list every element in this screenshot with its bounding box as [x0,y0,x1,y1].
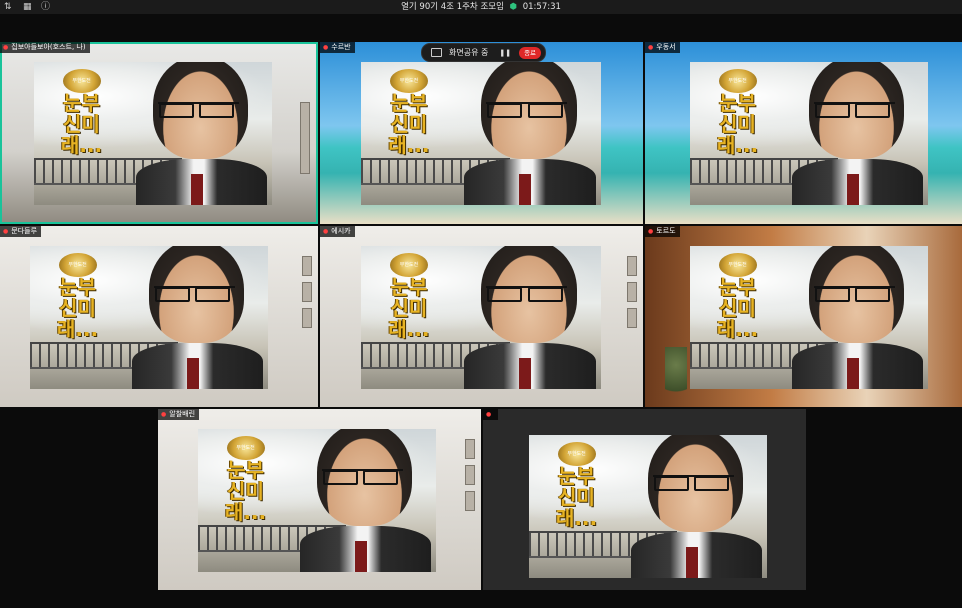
shared-video-frame: 무한도전 눈부신미래... [690,62,928,205]
show-logo: 무한도전 [226,436,265,461]
meeting-title: 열기 90기 4조 1주차 조모임 ⬢ 01:57:31 [0,1,962,13]
wall-frame [627,256,637,276]
caption-title: 눈부신미래... [716,275,759,342]
shared-video-frame: 무한도전 눈부신미래... [529,435,767,578]
show-logo: 무한도전 [718,69,757,94]
mic-muted-icon: ● [161,411,167,418]
wall-frame [627,282,637,302]
mic-muted-icon: ● [3,44,9,51]
shared-video-frame: 무한도전 눈부신미래... [30,246,268,389]
participant-tile[interactable]: 무한도전 눈부신미래... ● 알찰배린 [158,409,481,590]
shield-icon: ⬢ [509,2,518,12]
wall-frame [302,282,312,302]
screen-share-bar: 화면공유 중 ❚❚ 종료 [421,43,546,62]
wall-frame [300,102,310,174]
show-logo: 무한도전 [718,253,757,278]
screen-share-icon [431,48,442,57]
pause-icon[interactable]: ❚❚ [499,49,511,57]
wall-frame [302,256,312,276]
participant-tile[interactable]: 무한도전 눈부신미래... ● 문다들루 [0,226,318,407]
participant-tile[interactable]: 무한도전 눈부신미래... ● 집보아들보아(호스트, 나) [0,42,318,224]
participant-tile[interactable]: 무한도전 눈부신미래... ● 수르반 [320,42,643,224]
participant-name: ● 집보아들보아(호스트, 나) [0,42,90,53]
caption-title: 눈부신미래... [388,91,430,158]
shared-video-frame: 무한도전 눈부신미래... [198,429,436,572]
participant-tile[interactable]: 무한도전 눈부신미래... ● 에시카 [320,226,643,407]
stop-share-button[interactable]: 종료 [519,46,542,59]
wall-frame [627,308,637,328]
participant-name: ● 우동서 [645,42,680,53]
caption-title: 눈부신미래... [56,275,99,342]
mic-muted-icon: ● [323,228,329,235]
background-plant [665,347,687,407]
caption-title: 눈부신미래... [60,91,103,158]
participant-name: ● 토르도 [645,226,680,237]
participant-name: ● 수르반 [320,42,355,53]
meeting-title-text: 열기 90기 4조 1주차 조모임 [401,2,504,12]
mic-muted-icon: ● [648,44,654,51]
shared-video-frame: 무한도전 눈부신미래... [361,246,601,389]
meeting-top-bar: ⇅ ▦ ⓘ 열기 90기 4조 1주차 조모임 ⬢ 01:57:31 [0,0,962,14]
participant-name: ● 문다들루 [0,226,42,237]
mic-muted-icon: ● [3,228,9,235]
shared-video-frame: 무한도전 눈부신미래... [34,62,272,205]
screen-share-status: 화면공유 중 [449,48,489,57]
show-logo: 무한도전 [62,69,101,94]
show-logo: 무한도전 [58,253,97,278]
caption-title: 눈부신미래... [224,458,267,525]
participant-tile[interactable]: 무한도전 눈부신미래... ● 우동서 [645,42,962,224]
participant-tile[interactable]: 무한도전 눈부신미래... ● 토르도 [645,226,962,407]
participant-name: ● [483,409,499,420]
wall-frame [465,491,475,511]
caption-title: 눈부신미래... [555,464,598,531]
mic-muted-icon: ● [323,44,329,51]
wall-frame [302,308,312,328]
participant-name: ● 에시카 [320,226,355,237]
shared-video-frame: 무한도전 눈부신미래... [690,246,928,389]
meeting-timer: 01:57:31 [522,2,561,12]
show-logo: 무한도전 [557,442,596,467]
wall-frame [465,465,475,485]
caption-title: 눈부신미래... [716,91,759,158]
wall-frame [465,439,475,459]
shared-video-frame: 무한도전 눈부신미래... [361,62,601,205]
participant-tile[interactable]: 무한도전 눈부신미래... ● [483,409,806,590]
caption-title: 눈부신미래... [388,275,430,342]
mic-muted-icon: ● [648,228,654,235]
mic-muted-icon: ● [486,411,492,418]
participant-name: ● 알찰배린 [158,409,200,420]
